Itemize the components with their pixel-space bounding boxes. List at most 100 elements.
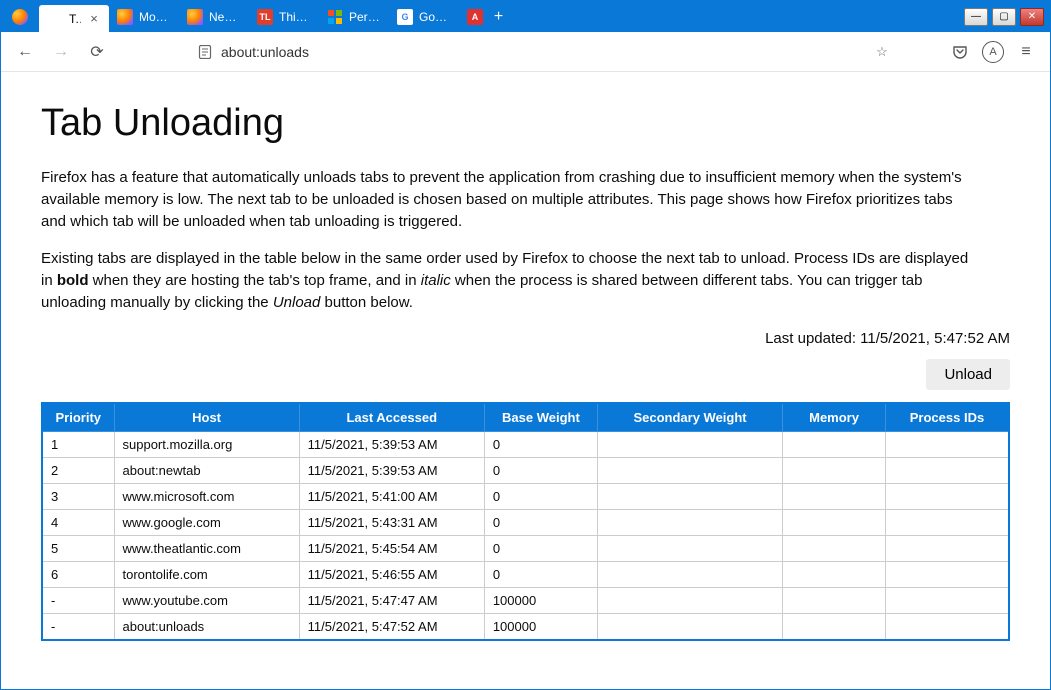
cell-pids <box>885 561 1009 587</box>
update-row: Last updated: 11/5/2021, 5:47:52 AM Unlo… <box>41 330 1010 390</box>
intro-paragraph-1: Firefox has a feature that automatically… <box>41 167 981 232</box>
cell-sec <box>597 613 782 640</box>
url-text[interactable]: about:unloads <box>221 44 866 60</box>
tab-1[interactable]: Mozilla Support <box>109 1 179 32</box>
table-row: -about:unloads11/5/2021, 5:47:52 AM10000… <box>42 613 1009 640</box>
cell-base: 100000 <box>484 613 597 640</box>
pocket-icon[interactable] <box>946 38 974 66</box>
th-base-weight: Base Weight <box>484 403 597 432</box>
tab-label: Mozilla Support <box>139 10 171 24</box>
cell-accessed: 11/5/2021, 5:43:31 AM <box>299 509 484 535</box>
favicon-icon <box>327 9 343 25</box>
cell-host: torontolife.com <box>114 561 299 587</box>
table-header-row: Priority Host Last Accessed Base Weight … <box>42 403 1009 432</box>
cell-accessed: 11/5/2021, 5:41:00 AM <box>299 483 484 509</box>
favicon-icon <box>117 9 133 25</box>
cell-priority: - <box>42 587 114 613</box>
cell-sec <box>597 535 782 561</box>
unload-button[interactable]: Unload <box>926 359 1010 390</box>
table-row: 2about:newtab11/5/2021, 5:39:53 AM0 <box>42 457 1009 483</box>
close-tab-icon[interactable]: × <box>87 12 101 26</box>
intro-paragraph-2: Existing tabs are displayed in the table… <box>41 248 981 313</box>
cell-pids <box>885 457 1009 483</box>
cell-pids <box>885 509 1009 535</box>
minimize-button[interactable]: — <box>964 8 988 26</box>
page-info-icon[interactable] <box>197 44 213 60</box>
tab-2[interactable]: New Tab <box>179 1 249 32</box>
cell-mem <box>783 587 886 613</box>
cell-base: 0 <box>484 431 597 457</box>
cell-priority: 4 <box>42 509 114 535</box>
firefox-icon <box>12 9 28 25</box>
cell-mem <box>783 483 886 509</box>
account-icon[interactable]: A <box>982 41 1004 63</box>
cell-priority: 5 <box>42 535 114 561</box>
tab-6[interactable]: AWhat Is A… <box>459 1 485 32</box>
cell-host: www.google.com <box>114 509 299 535</box>
table-row: 3www.microsoft.com11/5/2021, 5:41:00 AM0 <box>42 483 1009 509</box>
cell-accessed: 11/5/2021, 5:39:53 AM <box>299 457 484 483</box>
back-button[interactable]: ← <box>11 38 39 66</box>
cell-sec <box>597 457 782 483</box>
cell-base: 0 <box>484 483 597 509</box>
favicon-icon: A <box>467 9 483 25</box>
cell-host: about:unloads <box>114 613 299 640</box>
cell-base: 0 <box>484 535 597 561</box>
close-window-button[interactable]: ✕ <box>1020 8 1044 26</box>
th-priority: Priority <box>42 403 114 432</box>
cell-base: 0 <box>484 509 597 535</box>
cell-host: www.microsoft.com <box>114 483 299 509</box>
cell-mem <box>783 561 886 587</box>
tab-strip: Tab Unloading × Mozilla Support New TabTLTh… <box>39 1 485 32</box>
cell-mem <box>783 509 886 535</box>
cell-base: 100000 <box>484 587 597 613</box>
cell-mem <box>783 431 886 457</box>
cell-pids <box>885 483 1009 509</box>
cell-mem <box>783 535 886 561</box>
table-row: -www.youtube.com11/5/2021, 5:47:47 AM100… <box>42 587 1009 613</box>
cell-pids <box>885 587 1009 613</box>
app-menu-icon[interactable]: ≡ <box>1012 38 1040 66</box>
cell-pids <box>885 431 1009 457</box>
firefox-logo-icon <box>1 1 39 32</box>
tab-5[interactable]: G Google <box>389 1 459 32</box>
th-last-accessed: Last Accessed <box>299 403 484 432</box>
titlebar: Tab Unloading × Mozilla Support New TabTLTh… <box>1 1 1050 32</box>
address-bar[interactable]: about:unloads ☆ <box>187 37 900 67</box>
last-updated-text: Last updated: 11/5/2021, 5:47:52 AM <box>765 330 1010 347</box>
favicon-icon <box>47 11 63 27</box>
tab-label: Tab Unloading <box>69 12 81 26</box>
cell-host: support.mozilla.org <box>114 431 299 457</box>
table-row: 6torontolife.com11/5/2021, 5:46:55 AM0 <box>42 561 1009 587</box>
favicon-icon: G <box>397 9 413 25</box>
new-tab-button[interactable]: + <box>485 1 513 32</box>
table-row: 4www.google.com11/5/2021, 5:43:31 AM0 <box>42 509 1009 535</box>
cell-accessed: 11/5/2021, 5:45:54 AM <box>299 535 484 561</box>
browser-window: Tab Unloading × Mozilla Support New TabTLTh… <box>0 0 1051 690</box>
bookmark-star-icon[interactable]: ☆ <box>874 44 890 60</box>
tab-4[interactable]: Personal <box>319 1 389 32</box>
th-process-ids: Process IDs <box>885 403 1009 432</box>
cell-sec <box>597 561 782 587</box>
tab-label: Personal <box>349 10 381 24</box>
cell-accessed: 11/5/2021, 5:46:55 AM <box>299 561 484 587</box>
cell-accessed: 11/5/2021, 5:39:53 AM <box>299 431 484 457</box>
forward-button[interactable]: → <box>47 38 75 66</box>
cell-sec <box>597 509 782 535</box>
window-controls: — ▢ ✕ <box>958 1 1050 32</box>
cell-priority: 3 <box>42 483 114 509</box>
cell-accessed: 11/5/2021, 5:47:47 AM <box>299 587 484 613</box>
page-title: Tab Unloading <box>41 102 1010 145</box>
tab-0[interactable]: Tab Unloading × <box>39 5 109 32</box>
cell-base: 0 <box>484 457 597 483</box>
table-row: 5www.theatlantic.com11/5/2021, 5:45:54 A… <box>42 535 1009 561</box>
navigation-toolbar: ← → ⟳ about:unloads ☆ A ≡ <box>1 32 1050 72</box>
cell-accessed: 11/5/2021, 5:47:52 AM <box>299 613 484 640</box>
reload-button[interactable]: ⟳ <box>83 38 111 66</box>
maximize-button[interactable]: ▢ <box>992 8 1016 26</box>
tabs-table: Priority Host Last Accessed Base Weight … <box>41 402 1010 641</box>
cell-pids <box>885 613 1009 640</box>
tab-3[interactable]: TLThis man… <box>249 1 319 32</box>
tab-label: Google <box>419 10 451 24</box>
page-content: Tab Unloading Firefox has a feature that… <box>1 72 1050 689</box>
